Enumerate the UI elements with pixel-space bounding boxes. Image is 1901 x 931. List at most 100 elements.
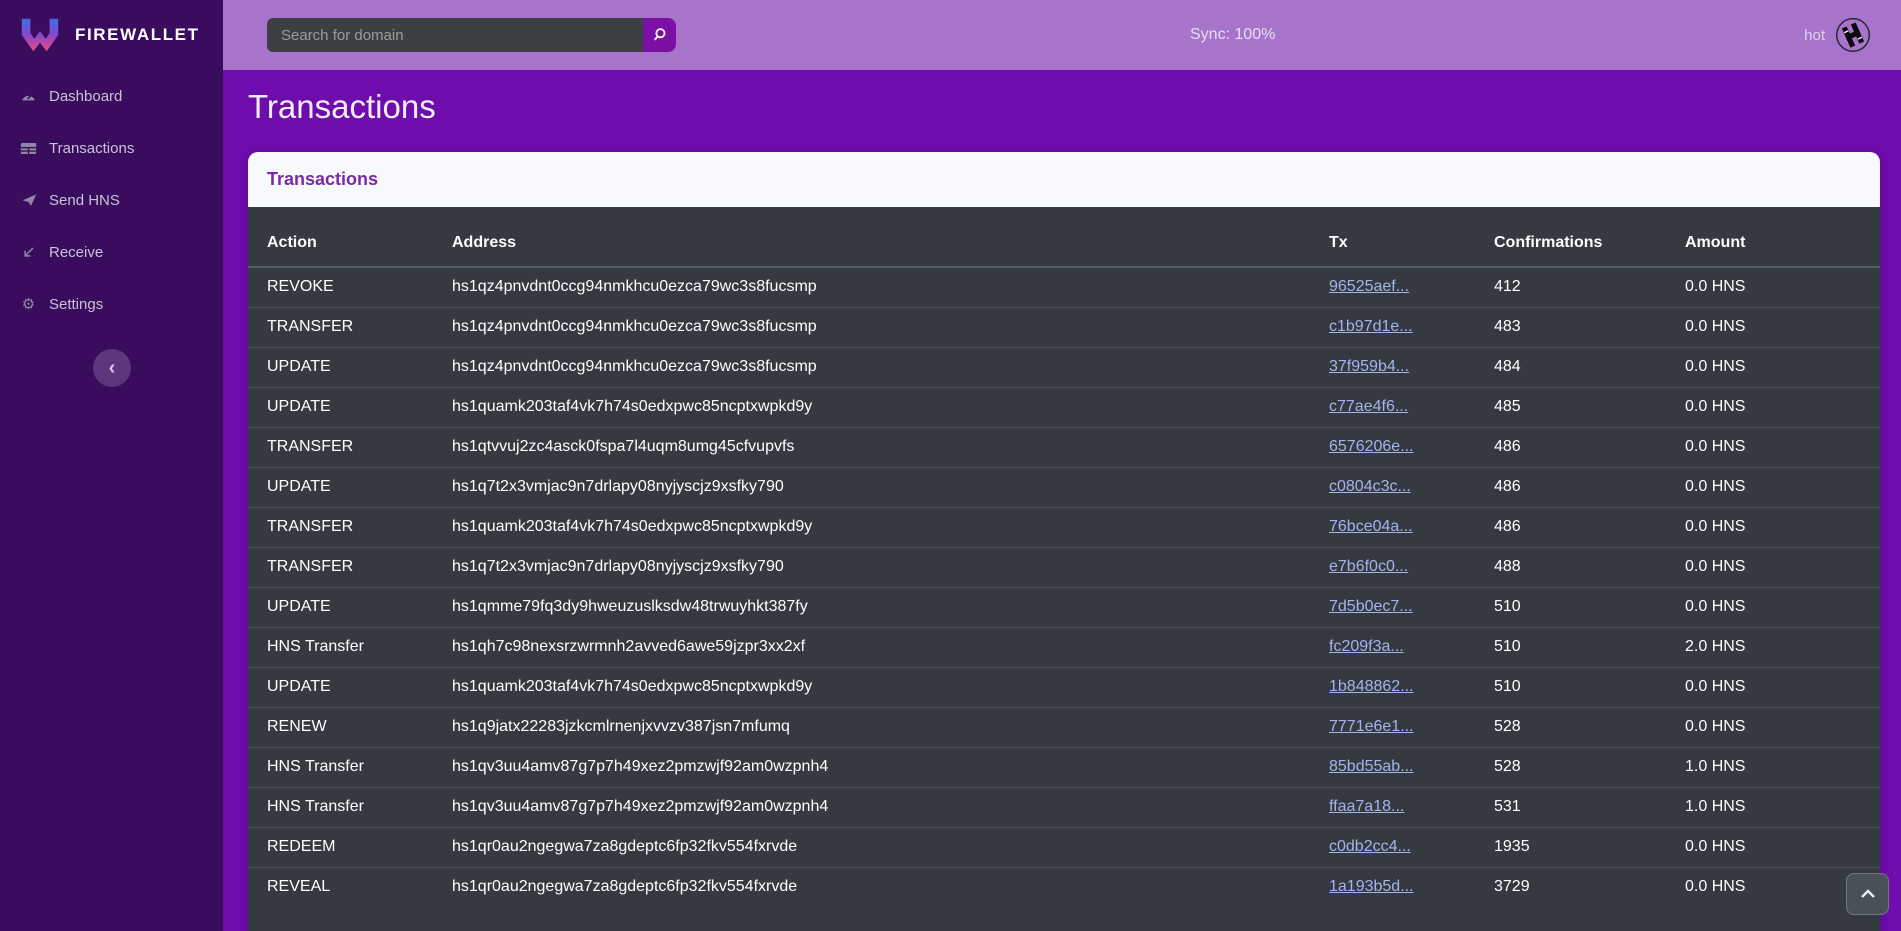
tx-link[interactable]: c77ae4f6... (1329, 398, 1408, 415)
amount-cell: 0.0 HNS (1685, 388, 1880, 428)
tx-link[interactable]: c0db2cc4... (1329, 838, 1411, 855)
sidebar-item-dashboard[interactable]: Dashboard (0, 70, 223, 122)
table-icon (19, 140, 38, 157)
wallet-indicator: hot (1804, 0, 1871, 70)
address-cell: hs1qtvvuj2zc4asck0fspa7l4uqm8umg45cfvupv… (452, 428, 1329, 468)
confirmations-cell: 483 (1494, 308, 1685, 348)
sidebar-item-label: Receive (49, 244, 103, 261)
tx-link[interactable]: 85bd55ab... (1329, 758, 1414, 775)
tx-link[interactable]: 96525aef... (1329, 278, 1409, 295)
search-icon (652, 27, 668, 43)
tx-link[interactable]: 6576206e... (1329, 438, 1414, 455)
confirmations-cell: 528 (1494, 708, 1685, 748)
tx-link[interactable]: 7d5b0ec7... (1329, 598, 1413, 615)
search-button[interactable] (643, 18, 676, 52)
sidebar-collapse-button[interactable]: ‹ (93, 349, 131, 387)
tx-link[interactable]: 7771e6e1... (1329, 718, 1414, 735)
table-row: RENEWhs1q9jatx22283jzkcmlrnenjxvvzv387js… (248, 708, 1880, 748)
sidebar-item-settings[interactable]: ⚙ Settings (0, 278, 223, 330)
tx-cell: c77ae4f6... (1329, 388, 1494, 428)
confirmations-cell: 510 (1494, 588, 1685, 628)
sidebar-nav: Dashboard Transactions Send HNS (0, 70, 223, 330)
confirmations-cell: 486 (1494, 468, 1685, 508)
table-row: TRANSFERhs1qz4pnvdnt0ccg94nmkhcu0ezca79w… (248, 308, 1880, 348)
tx-link[interactable]: c1b97d1e... (1329, 318, 1413, 335)
tx-link[interactable]: 1a193b5d... (1329, 878, 1414, 895)
action-cell: HNS Transfer (248, 748, 452, 788)
table-row: UPDATEhs1qmme79fq3dy9hweuzuslksdw48trwuy… (248, 588, 1880, 628)
action-cell: UPDATE (248, 348, 452, 388)
sidebar-item-label: Send HNS (49, 192, 120, 209)
sidebar-item-transactions[interactable]: Transactions (0, 122, 223, 174)
chevron-up-icon (1860, 888, 1876, 900)
sidebar: FIREWALLET Dashboard Transactions (0, 0, 223, 931)
tx-link[interactable]: 1b848862... (1329, 678, 1414, 695)
action-cell: TRANSFER (248, 308, 452, 348)
card-header-title: Transactions (267, 169, 378, 190)
column-header-confirmations: Confirmations (1494, 207, 1685, 267)
action-cell: TRANSFER (248, 508, 452, 548)
amount-cell: 0.0 HNS (1685, 548, 1880, 588)
action-cell: TRANSFER (248, 548, 452, 588)
tx-link[interactable]: c0804c3c... (1329, 478, 1411, 495)
tx-cell: ffaa7a18... (1329, 788, 1494, 828)
address-cell: hs1qv3uu4amv87g7p7h49xez2pmzwjf92am0wzpn… (452, 788, 1329, 828)
address-cell: hs1qz4pnvdnt0ccg94nmkhcu0ezca79wc3s8fucs… (452, 308, 1329, 348)
confirmations-cell: 1935 (1494, 828, 1685, 868)
confirmations-cell: 510 (1494, 628, 1685, 668)
address-cell: hs1qr0au2ngegwa7za8gdeptc6fp32fkv554fxrv… (452, 868, 1329, 908)
transactions-tbody: REVOKEhs1qz4pnvdnt0ccg94nmkhcu0ezca79wc3… (248, 267, 1880, 907)
address-cell: hs1quamk203taf4vk7h74s0edxpwc85ncptxwpkd… (452, 668, 1329, 708)
tx-cell: 85bd55ab... (1329, 748, 1494, 788)
address-cell: hs1quamk203taf4vk7h74s0edxpwc85ncptxwpkd… (452, 508, 1329, 548)
sidebar-item-receive[interactable]: Receive (0, 226, 223, 278)
sidebar-item-label: Dashboard (49, 88, 122, 105)
tx-link[interactable]: 76bce04a... (1329, 518, 1413, 535)
amount-cell: 1.0 HNS (1685, 788, 1880, 828)
address-cell: hs1qv3uu4amv87g7p7h49xez2pmzwjf92am0wzpn… (452, 748, 1329, 788)
chevron-left-icon: ‹ (109, 358, 116, 378)
address-cell: hs1q7t2x3vmjac9n7drlapy08nyjyscjz9xsfky7… (452, 468, 1329, 508)
amount-cell: 0.0 HNS (1685, 267, 1880, 308)
scroll-to-top-button[interactable] (1846, 873, 1889, 915)
sidebar-item-label: Transactions (49, 140, 134, 157)
action-cell: REVOKE (248, 267, 452, 308)
table-row: HNS Transferhs1qh7c98nexsrzwrmnh2avved6a… (248, 628, 1880, 668)
sidebar-item-send-hns[interactable]: Send HNS (0, 174, 223, 226)
address-cell: hs1quamk203taf4vk7h74s0edxpwc85ncptxwpkd… (452, 388, 1329, 428)
tx-cell: 1a193b5d... (1329, 868, 1494, 908)
tx-cell: c1b97d1e... (1329, 308, 1494, 348)
tx-link[interactable]: 37f959b4... (1329, 358, 1409, 375)
tx-cell: fc209f3a... (1329, 628, 1494, 668)
action-cell: UPDATE (248, 468, 452, 508)
sidebar-item-label: Settings (49, 296, 103, 313)
table-row: UPDATEhs1quamk203taf4vk7h74s0edxpwc85ncp… (248, 388, 1880, 428)
search-input[interactable] (267, 18, 643, 52)
tx-link[interactable]: fc209f3a... (1329, 638, 1404, 655)
transactions-table: Action Address Tx Confirmations Amount R… (248, 207, 1880, 907)
address-cell: hs1q7t2x3vmjac9n7drlapy08nyjyscjz9xsfky7… (452, 548, 1329, 588)
paper-plane-icon (19, 192, 38, 208)
tx-cell: 7771e6e1... (1329, 708, 1494, 748)
action-cell: UPDATE (248, 668, 452, 708)
handshake-logo-icon[interactable] (1835, 17, 1871, 53)
table-row: UPDATEhs1q7t2x3vmjac9n7drlapy08nyjyscjz9… (248, 468, 1880, 508)
action-cell: TRANSFER (248, 428, 452, 468)
action-cell: UPDATE (248, 388, 452, 428)
tx-link[interactable]: ffaa7a18... (1329, 798, 1404, 815)
confirmations-cell: 484 (1494, 348, 1685, 388)
amount-cell: 0.0 HNS (1685, 308, 1880, 348)
confirmations-cell: 510 (1494, 668, 1685, 708)
main-content: Transactions Transactions Action Address… (223, 70, 1901, 931)
confirmations-cell: 528 (1494, 748, 1685, 788)
address-cell: hs1qr0au2ngegwa7za8gdeptc6fp32fkv554fxrv… (452, 828, 1329, 868)
confirmations-cell: 412 (1494, 267, 1685, 308)
page-title: Transactions (248, 88, 436, 126)
tx-cell: 6576206e... (1329, 428, 1494, 468)
tachometer-icon (19, 88, 38, 105)
tx-link[interactable]: e7b6f0c0... (1329, 558, 1408, 575)
table-header-row: Action Address Tx Confirmations Amount (248, 207, 1880, 267)
topbar: Sync: 100% hot (223, 0, 1901, 70)
table-row: TRANSFERhs1q7t2x3vmjac9n7drlapy08nyjyscj… (248, 548, 1880, 588)
tx-cell: 37f959b4... (1329, 348, 1494, 388)
